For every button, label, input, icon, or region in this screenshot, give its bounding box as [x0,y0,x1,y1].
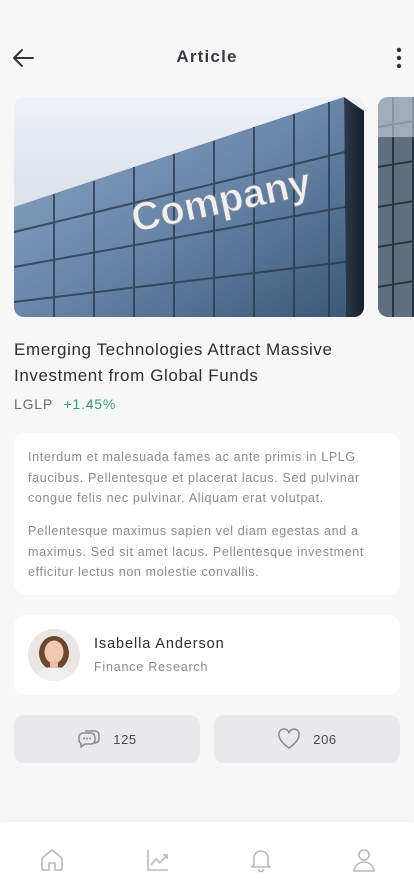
author-role: Finance Research [94,660,209,674]
app-header: Article [0,0,414,97]
more-options-button[interactable] [392,45,406,71]
tab-home[interactable] [36,844,68,876]
author-name: Isabella Anderson [94,636,225,652]
ticker-row: LGLP +1.45% [14,396,116,412]
more-vertical-icon [396,47,402,69]
price-change: +1.45% [63,396,117,412]
chart-icon [147,850,168,871]
tab-market[interactable] [142,844,174,876]
ticker-symbol: LGLP [14,396,53,412]
image-carousel[interactable]: Company [14,97,414,317]
home-icon [41,849,63,871]
carousel-image[interactable]: Company [14,97,364,317]
avatar[interactable] [28,629,80,681]
like-button[interactable]: 206 [214,715,400,763]
carousel-image-next[interactable] [378,97,414,317]
comments-count: 125 [113,731,137,747]
tab-profile[interactable] [348,844,380,876]
user-icon [353,849,375,872]
page-title: Article [176,47,238,66]
likes-count: 206 [313,731,337,747]
tab-notifications[interactable] [245,844,277,876]
article-headline: Emerging Technologies Attract Massive In… [14,340,333,385]
article-body-card: Interdum et malesuada fames ac ante prim… [14,433,400,595]
article-paragraph: Pellentesque maximus sapien vel diam ege… [28,524,365,579]
heart-icon [278,728,301,749]
comments-icon [78,730,100,748]
comments-button[interactable]: 125 [14,715,200,763]
bell-icon [251,850,271,873]
bottom-tab-bar [0,822,414,896]
author-card[interactable]: Isabella Anderson Finance Research [14,615,400,695]
article-paragraph: Interdum et malesuada fames ac ante prim… [28,450,360,505]
